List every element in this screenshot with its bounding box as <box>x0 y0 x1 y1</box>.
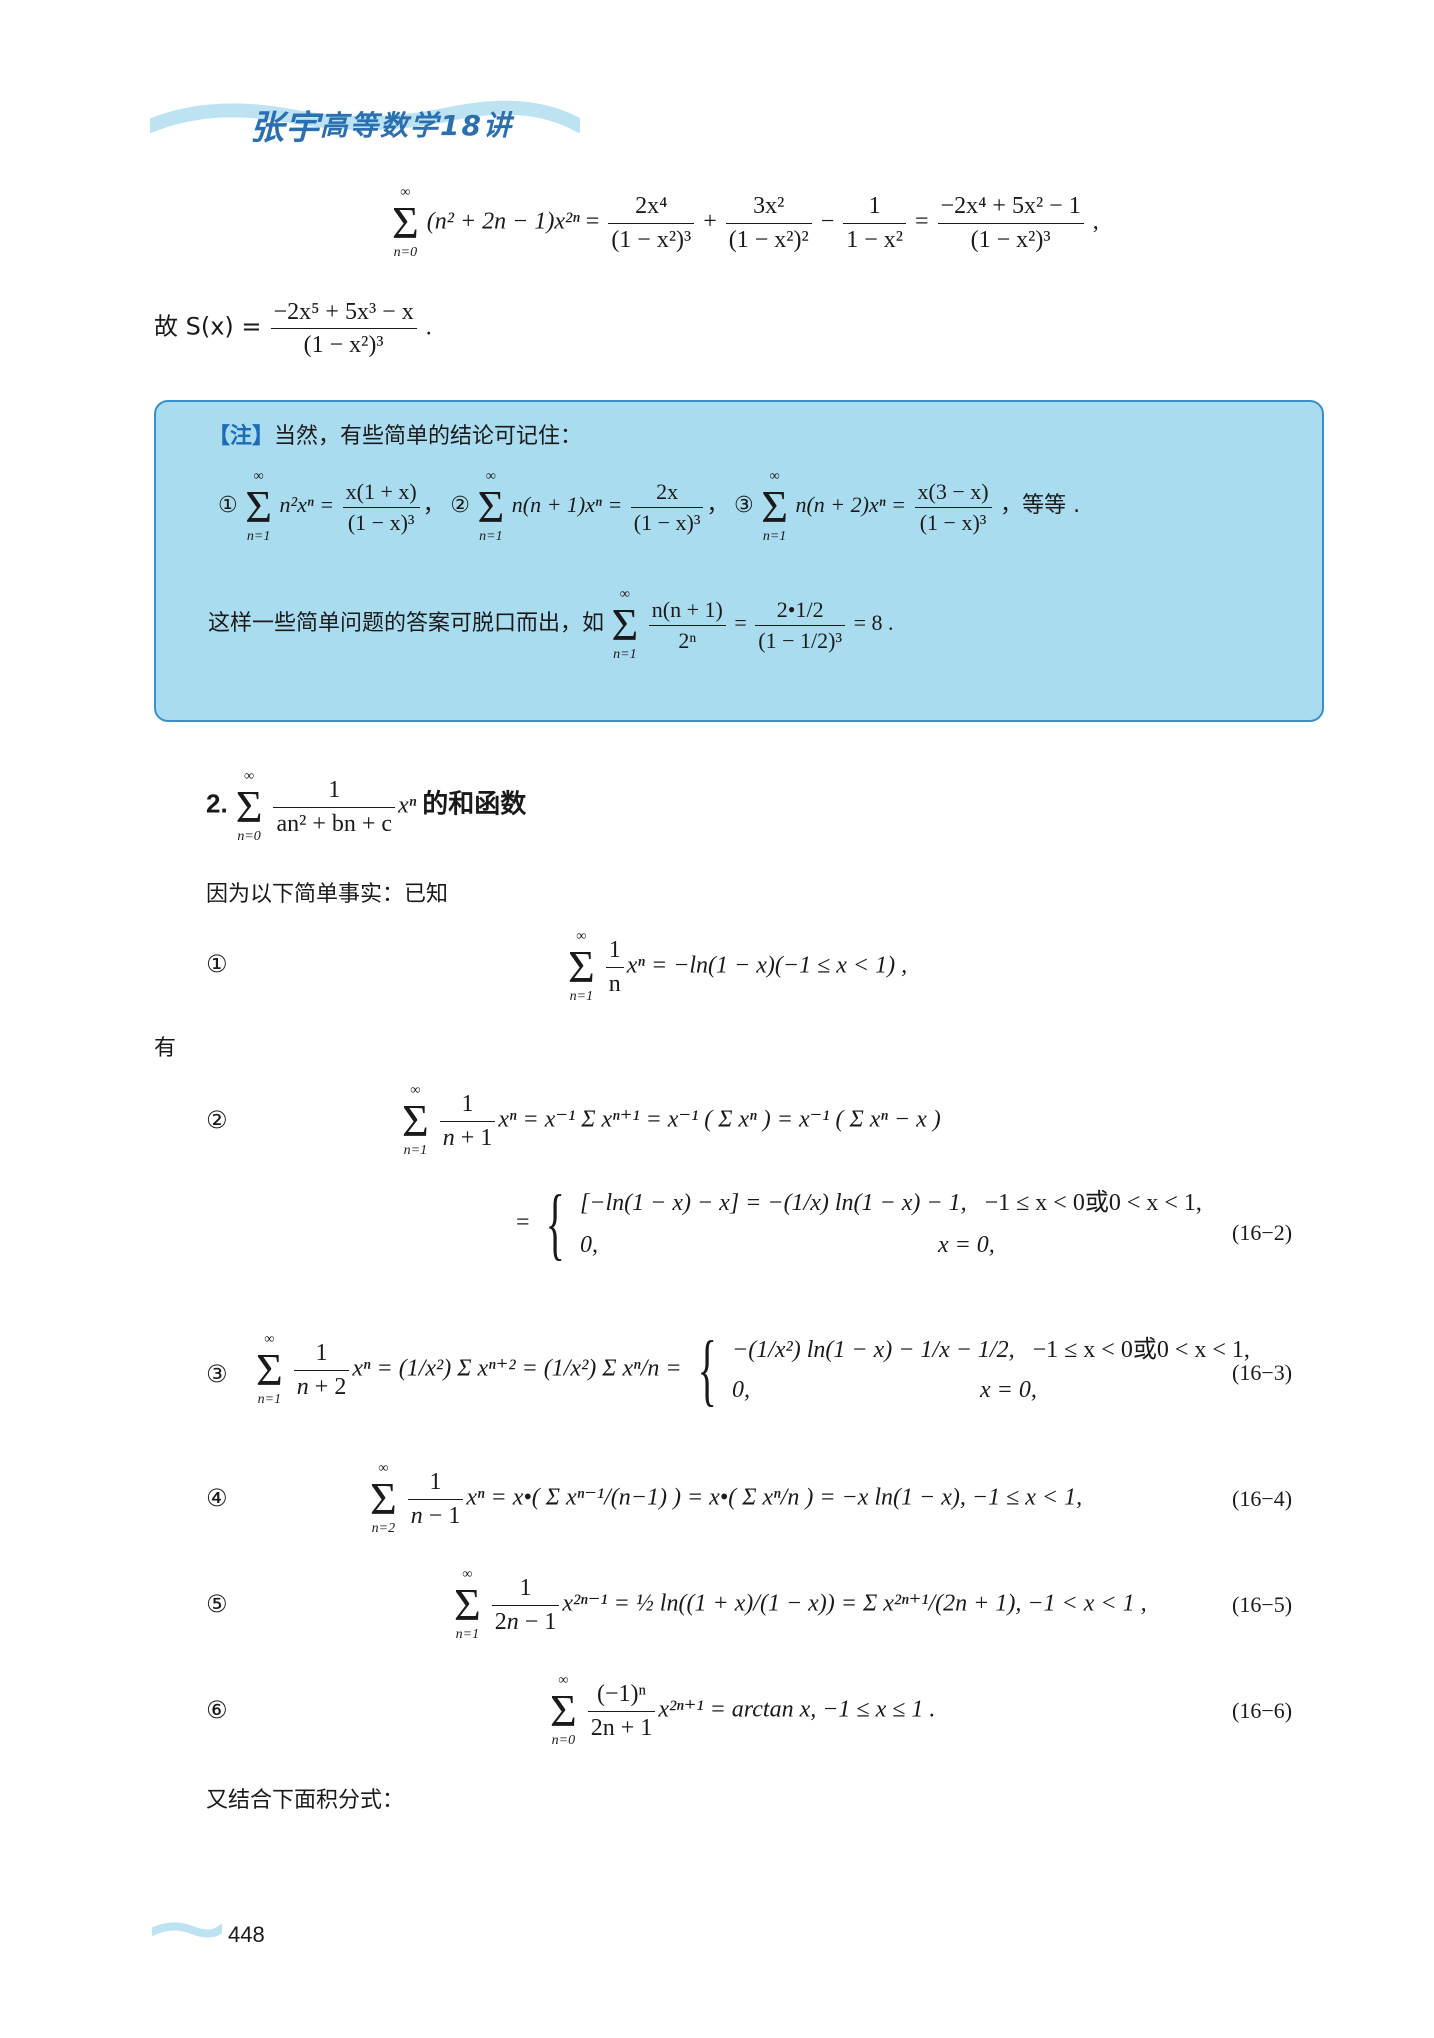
section-number: 2. <box>206 788 228 819</box>
eq-4-number: (16−4) <box>1232 1486 1293 1511</box>
note-intro-line: 【注】当然，有些简单的结论可记住： <box>208 418 582 450</box>
note-example-line: 这样一些简单问题的答案可脱口而出，如 ∞ Σn=1 n(n + 1) 2ⁿ = 2•… <box>208 587 894 662</box>
closing-text: 又结合下面积分式： <box>206 1788 405 1813</box>
eq-2-number: (16−2) <box>1232 1220 1293 1245</box>
note-formulas: ① ∞ Σn=1 n²xⁿ = x(1 + x) (1 − x)³， ② ∞ Σn=1… <box>218 469 1081 544</box>
eq-2-line-1: ∞ Σn=1 1n + 1 xⁿ = x⁻¹ Σ xⁿ⁺¹ = x⁻¹ ( Σ xⁿ… <box>402 1083 941 1158</box>
intro-text: 因为以下简单事实：已知 <box>206 882 449 907</box>
equation-top-lhs: (n² + 2n − 1)x²ⁿ <box>426 208 580 235</box>
note-box: 【注】当然，有些简单的结论可记住： ① ∞ Σn=1 n²xⁿ = x(1 + x… <box>154 400 1324 722</box>
conclusion-prefix: 故 S(x) = <box>154 312 262 341</box>
eq-3-label: ③ <box>206 1360 228 1388</box>
eq-5-label: ⑤ <box>206 1590 228 1618</box>
fraction: 3x² (1 − x²)² <box>725 190 812 256</box>
eq-4-label: ④ <box>206 1484 228 1512</box>
you-text: 有 <box>154 1036 177 1061</box>
footer-swoosh-decoration <box>152 1922 222 1938</box>
eq-5-equation: ∞ Σn=1 1 2n − 1 x²ⁿ⁻¹ = ½ ln((1 + x)/(1 − x… <box>454 1567 1147 1642</box>
fraction: −2x⁴ + 5x² − 1 (1 − x²)³ <box>937 190 1084 256</box>
sum-symbol: ∞ Σn=0 <box>392 185 419 260</box>
eq-2-cases: = { [−ln(1 − x) − x] = −(1/x) ln(1 − x) … <box>516 1180 1202 1268</box>
eq-6-equation: ∞ Σn=0 (−1)ⁿ 2n + 1 x²ⁿ⁺¹ = arctan x, −1 ≤ … <box>550 1673 936 1748</box>
eq-3-equation: ∞ Σn=1 1n + 2 xⁿ = (1/x²) Σ xⁿ⁺² = (1/x²) … <box>256 1326 1250 1414</box>
section-2-heading: 2. ∞ Σn=0 1 an² + bn + c xⁿ 的和函数 <box>206 769 527 844</box>
fraction: −2x⁵ + 5x³ − x (1 − x²)³ <box>270 296 417 362</box>
eq-4-equation: ∞ Σn=2 1n − 1 xⁿ = x•( Σ xⁿ⁻¹/(n−1) ) = x•… <box>370 1461 1083 1536</box>
header-title: 高等数学18讲 <box>320 109 513 142</box>
note-sentence: 这样一些简单问题的答案可脱口而出，如 <box>208 611 605 637</box>
section-title: 的和函数 <box>422 788 527 819</box>
eq-5-number: (16−5) <box>1232 1592 1293 1617</box>
eq-3-number: (16−3) <box>1232 1360 1293 1385</box>
fact-1-label: ① <box>206 950 228 978</box>
fraction: 2x⁴ (1 − x²)³ <box>608 190 695 256</box>
eq-6-number: (16−6) <box>1232 1698 1293 1723</box>
page-number: 448 <box>228 1922 265 1947</box>
fraction: 11 − x² <box>843 190 906 256</box>
eq-2-label: ② <box>206 1106 228 1134</box>
header-logo: 张宇 <box>250 108 320 148</box>
eq-6-label: ⑥ <box>206 1696 228 1724</box>
conclusion-line: 故 S(x) = −2x⁵ + 5x³ − x (1 − x²)³ . <box>154 296 432 362</box>
fact-1-equation: ∞ Σn=1 1 n xⁿ = −ln(1 − x)(−1 ≤ x < 1) , <box>568 929 908 1004</box>
note-intro: 当然，有些简单的结论可记住： <box>274 424 583 449</box>
note-tag: 【注】 <box>208 424 275 449</box>
equation-top: ∞ Σn=0 (n² + 2n − 1)x²ⁿ = 2x⁴ (1 − x²)³ + … <box>392 185 1099 260</box>
